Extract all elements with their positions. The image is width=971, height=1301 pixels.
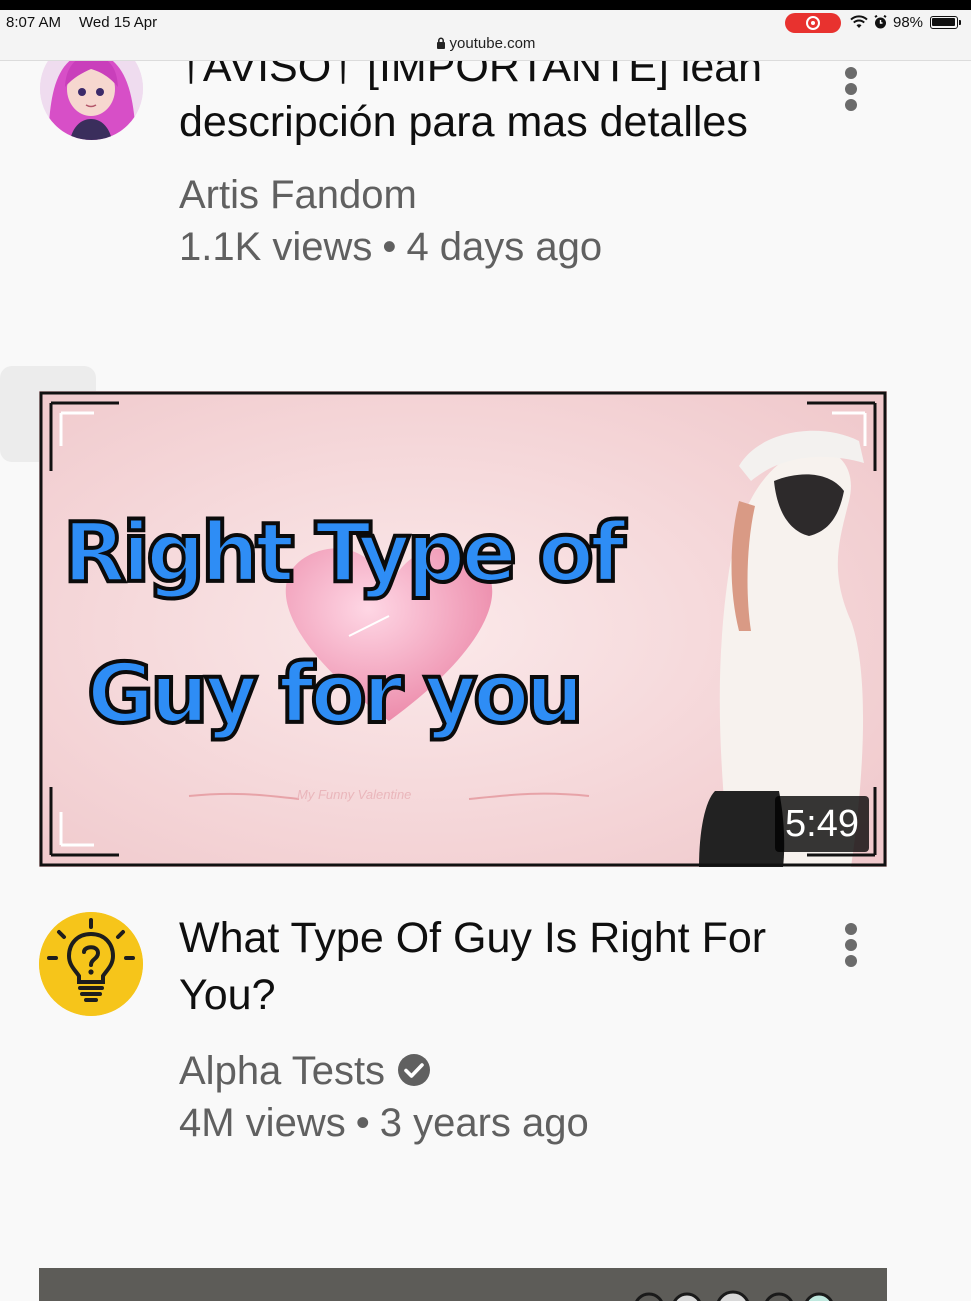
video-metadata: 1.1K views • 4 days ago [179,225,602,270]
screen-recording-icon[interactable] [785,13,841,33]
video-title[interactable]: What Type Of Guy Is Right For You? [179,910,819,1024]
view-count: 1.1K views [179,225,373,269]
lock-icon [436,37,445,49]
url-text: youtube.com [449,35,536,52]
battery-percentage: 98% [893,14,924,31]
view-count: 4M views [179,1101,346,1145]
next-video-thumbnail[interactable] [39,1268,887,1301]
meta-separator: • [355,1101,370,1145]
alarm-icon [874,15,887,29]
battery-icon [930,16,961,29]
channel-name-text: Alpha Tests [179,1049,386,1093]
video-thumbnail[interactable]: Right Type of Guy for you My Funny Valen… [39,391,887,867]
status-date: Wed 15 Apr [79,14,158,31]
video-metadata: 4M views • 3 years ago [179,1101,589,1146]
upload-age: 3 years ago [379,1101,589,1145]
channel-avatar-alpha-tests[interactable] [39,912,143,1016]
more-vert-icon[interactable] [845,67,859,115]
thumbnail-watermark: My Funny Valentine [297,787,412,802]
thumbnail-text-line-1: Right Type of [61,504,628,603]
meta-separator: • [382,225,397,269]
video-feed[interactable]: †AVISO† [IMPORTANTE] lean descripción pa… [0,61,971,1301]
lightbulb-question-icon [39,912,143,1016]
status-time: 8:07 AM [6,14,62,31]
thumbnail-text-layer: Right Type of Guy for you My Funny Valen… [39,391,887,867]
upload-age: 4 days ago [406,225,603,269]
channel-name[interactable]: Artis Fandom [179,173,417,218]
device-top-bezel [0,0,971,10]
video-title-line-1[interactable]: †AVISO† [IMPORTANTE] lean [179,61,819,96]
channel-avatar-artis-fandom[interactable] [40,61,143,140]
thumbnail-text-line-2: Guy for you [85,645,586,744]
wifi-icon [850,15,868,28]
status-bar: 8:07 AM Wed 15 Apr 98% youtube.com [0,10,971,61]
video-duration-badge: 5:49 [775,796,869,852]
more-vert-icon[interactable] [845,923,859,971]
channel-name[interactable]: Alpha Tests [179,1049,431,1094]
verified-check-icon [398,1054,431,1086]
video-title-line-2[interactable]: descripción para mas detalles [179,94,819,151]
address-bar[interactable]: youtube.com [0,35,971,52]
